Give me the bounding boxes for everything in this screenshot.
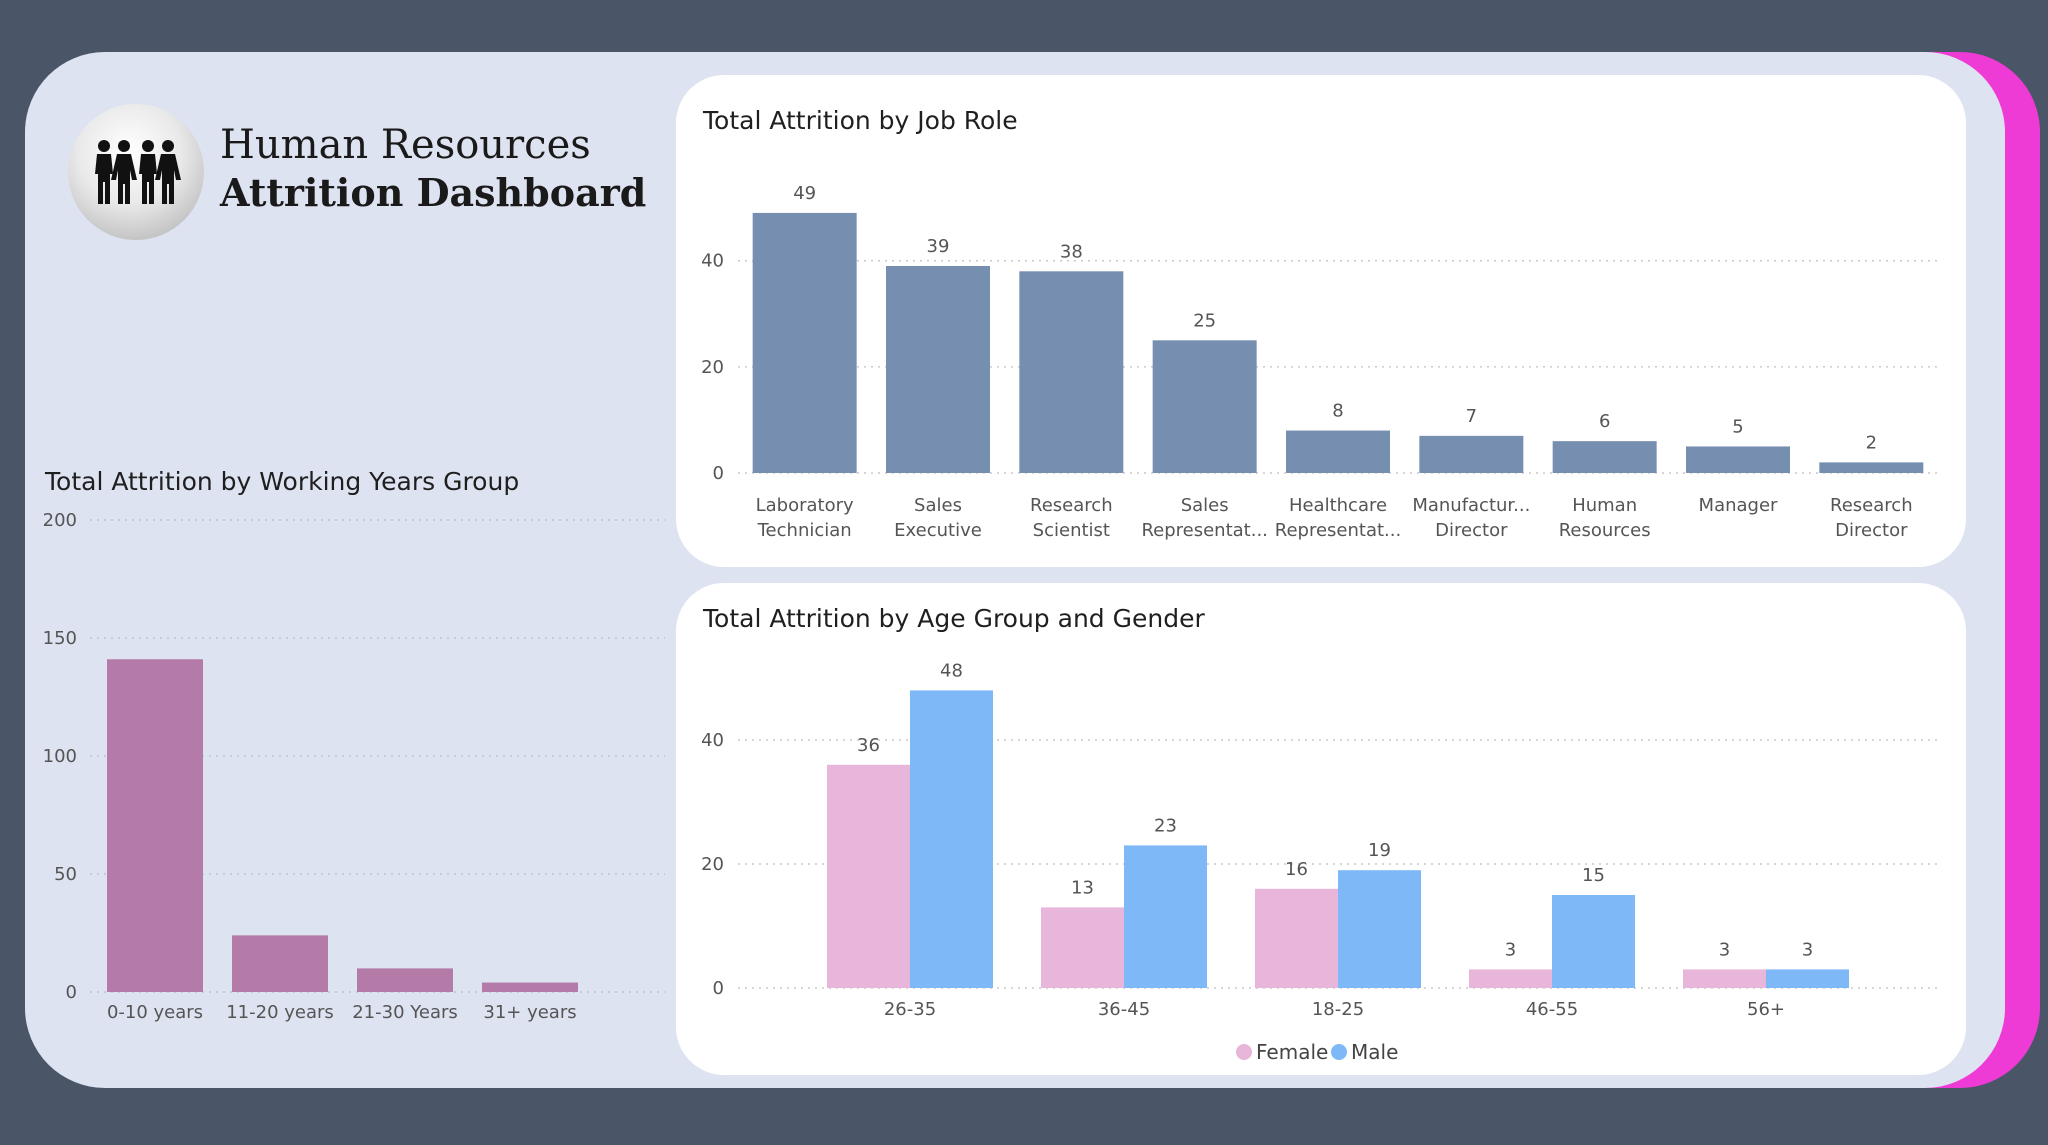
bar-female — [1683, 969, 1766, 988]
people-group-icon — [95, 140, 181, 204]
data-label: 5 — [1732, 416, 1743, 437]
x-tick-label: Representat... — [1275, 520, 1401, 541]
x-tick-label: Manufactur... — [1412, 495, 1530, 516]
bar-male — [1338, 870, 1421, 988]
data-label: 8 — [1332, 401, 1343, 422]
bar — [1686, 446, 1790, 473]
data-label: 39 — [927, 236, 950, 257]
dashboard-canvas: Human Resources Attrition Dashboard Tota… — [0, 0, 2048, 1145]
data-label: 38 — [1060, 241, 1083, 262]
y-tick-label: 100 — [43, 746, 77, 767]
data-label: 25 — [1193, 310, 1216, 331]
x-tick-label: Director — [1835, 520, 1908, 541]
data-label: 49 — [793, 183, 816, 204]
bar-female — [1255, 888, 1338, 988]
bar-female — [827, 764, 910, 988]
logo-badge — [68, 104, 204, 240]
x-tick-label: 0-10 years — [107, 1002, 203, 1023]
bar — [886, 266, 990, 473]
age-gender-chart-title: Total Attrition by Age Group and Gender — [703, 604, 1205, 633]
legend-marker-female — [1236, 1044, 1252, 1060]
y-tick-label: 0 — [713, 978, 724, 999]
data-label: 36 — [857, 735, 880, 756]
bar — [357, 968, 453, 992]
x-tick-label: 36-45 — [1098, 999, 1150, 1020]
dashboard-title-line1: Human Resources — [220, 122, 591, 168]
x-tick-label: Laboratory — [756, 495, 854, 516]
y-tick-label: 20 — [701, 357, 724, 378]
x-tick-label: Human — [1572, 495, 1637, 516]
x-tick-label: Resources — [1559, 520, 1651, 541]
x-tick-label: Sales — [914, 495, 962, 516]
x-tick-label: 46-55 — [1526, 999, 1578, 1020]
bar-male — [1552, 895, 1635, 988]
x-tick-label: 18-25 — [1312, 999, 1364, 1020]
y-tick-label: 0 — [713, 463, 724, 484]
y-tick-label: 50 — [54, 864, 77, 885]
y-tick-label: 20 — [701, 854, 724, 875]
bar — [1152, 340, 1257, 473]
bar — [1819, 462, 1924, 473]
job-role-chart: 0 20 40 49 Laboratory Technician 39 Sales Execut… — [701, 183, 1938, 541]
working-years-chart-title: Total Attrition by Working Years Group — [45, 467, 520, 496]
bar-female — [1469, 969, 1552, 988]
data-label: 2 — [1866, 432, 1877, 453]
bar — [1019, 271, 1124, 473]
x-tick-label: 56+ — [1747, 999, 1785, 1020]
job-role-chart-title: Total Attrition by Job Role — [703, 106, 1018, 135]
x-tick-label: Technician — [757, 520, 852, 541]
data-label: 3 — [1719, 939, 1730, 960]
dashboard-title-line2: Attrition Dashboard — [220, 170, 647, 215]
x-tick-label: 21-30 Years — [352, 1002, 458, 1023]
legend-label: Male — [1351, 1040, 1398, 1064]
x-tick-label: Healthcare — [1289, 495, 1387, 516]
x-tick-label: Research — [1030, 495, 1113, 516]
x-tick-label: 31+ years — [483, 1002, 576, 1023]
bar-male — [1766, 969, 1849, 988]
data-label: 3 — [1505, 939, 1516, 960]
data-label: 16 — [1285, 859, 1308, 880]
x-tick-label: Research — [1830, 495, 1913, 516]
y-tick-label: 0 — [66, 982, 77, 1003]
working-years-chart: 0 50 100 150 200 0-10 years 11-20 years 21-30 Y… — [43, 510, 665, 1023]
data-label: 3 — [1802, 939, 1813, 960]
bar — [1419, 435, 1524, 473]
bar — [1552, 441, 1657, 473]
y-tick-label: 200 — [43, 510, 77, 531]
x-tick-label: 11-20 years — [226, 1002, 334, 1023]
x-tick-label: Director — [1435, 520, 1508, 541]
data-label: 13 — [1071, 877, 1094, 898]
bar-female — [1041, 907, 1124, 988]
bar — [752, 212, 857, 473]
bar — [107, 659, 203, 992]
data-label: 6 — [1599, 411, 1610, 432]
y-tick-label: 40 — [701, 730, 724, 751]
data-label: 48 — [940, 660, 963, 681]
bar — [232, 935, 328, 992]
legend-label: Female — [1256, 1040, 1328, 1064]
x-tick-label: Scientist — [1033, 520, 1110, 541]
bar — [1286, 430, 1390, 473]
legend-marker-male — [1331, 1044, 1347, 1060]
data-label: 15 — [1582, 865, 1605, 886]
bar — [482, 982, 578, 992]
x-tick-label: Executive — [894, 520, 982, 541]
data-label: 7 — [1466, 406, 1477, 427]
x-tick-label: Representat... — [1141, 520, 1267, 541]
y-tick-label: 150 — [43, 628, 77, 649]
bar-male — [1124, 845, 1207, 988]
x-tick-label: Sales — [1181, 495, 1229, 516]
y-tick-label: 40 — [701, 251, 724, 272]
age-gender-chart: 0 20 40 36 48 26-35 13 23 36-45 16 19 18-25 3 15 46-55… — [701, 660, 1938, 1064]
x-tick-label: Manager — [1699, 495, 1778, 516]
data-label: 19 — [1368, 840, 1391, 861]
bar-male — [910, 690, 993, 988]
data-label: 23 — [1154, 815, 1177, 836]
x-tick-label: 26-35 — [884, 999, 936, 1020]
